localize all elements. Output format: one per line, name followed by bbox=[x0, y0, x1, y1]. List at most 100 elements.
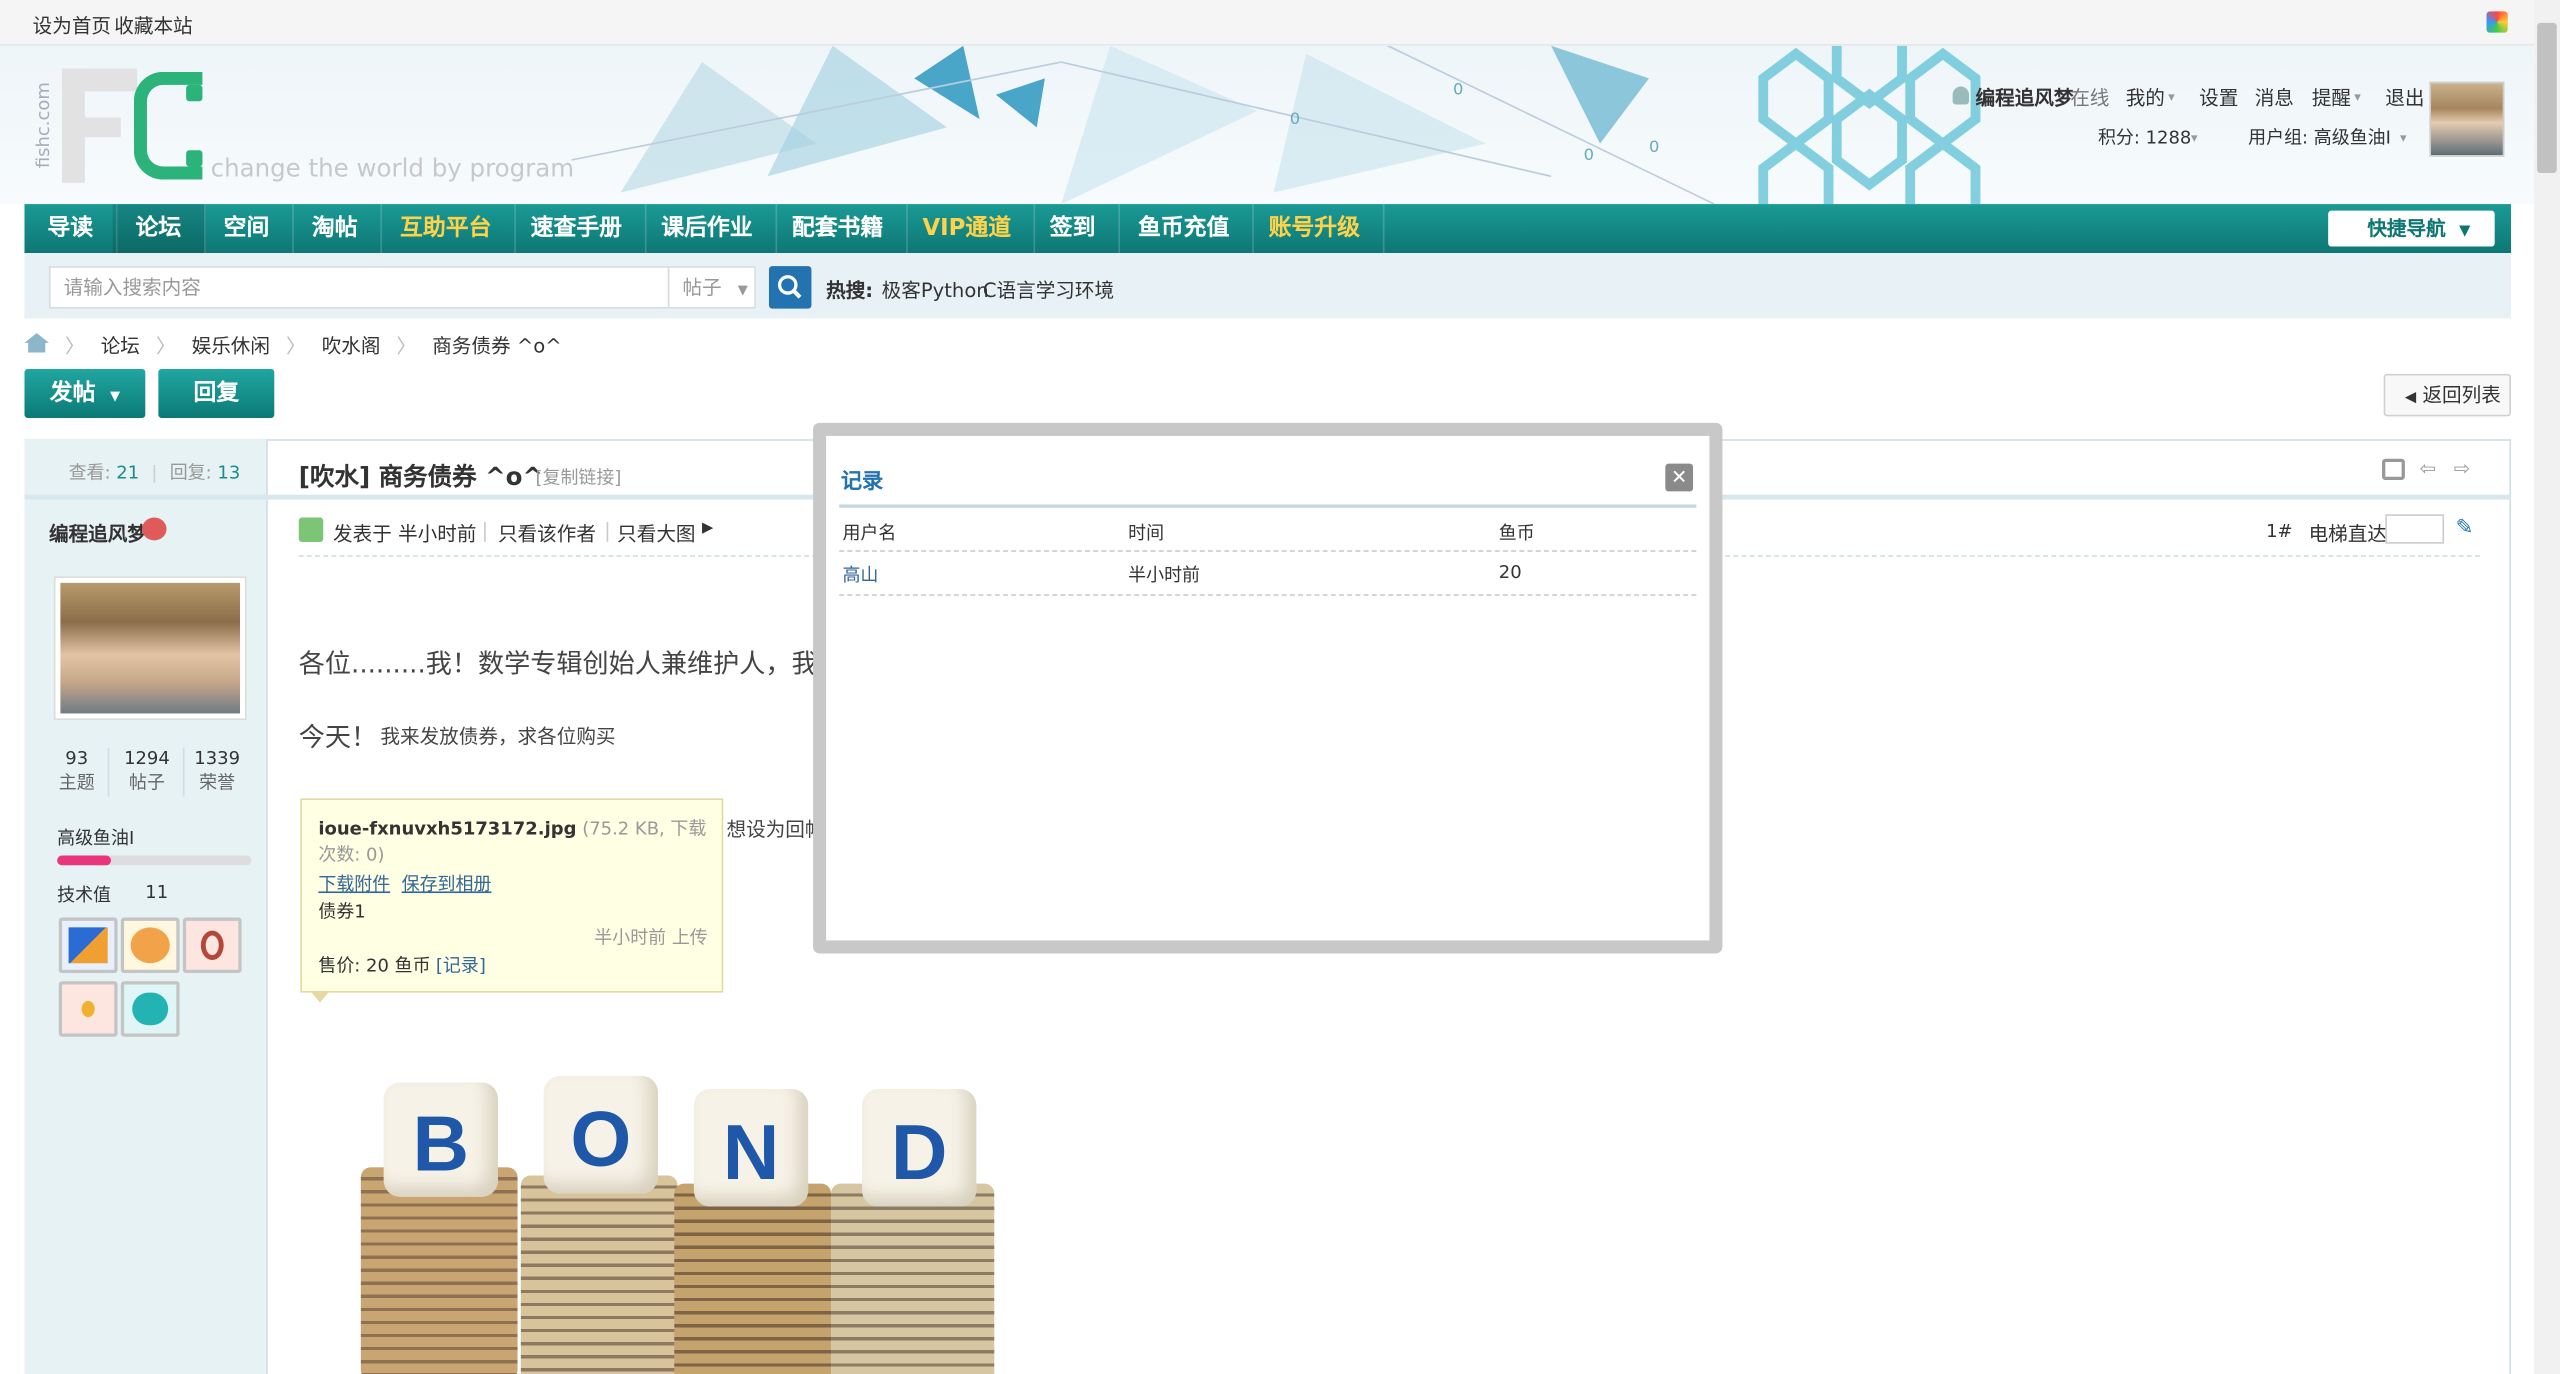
medal-chat-icon[interactable] bbox=[120, 981, 180, 1037]
views-count: 21 bbox=[116, 462, 140, 484]
medal-network-icon[interactable] bbox=[58, 981, 118, 1037]
bookmark-link[interactable]: 收藏本站 bbox=[114, 11, 192, 39]
messages-link[interactable]: 消息 bbox=[2255, 83, 2294, 111]
nav-item-homework[interactable]: 课后作业 bbox=[638, 204, 778, 254]
online-status: 在线 bbox=[2070, 86, 2110, 110]
medal-chart-icon[interactable] bbox=[120, 917, 180, 974]
quick-nav-button[interactable]: 快捷导航 ▼ bbox=[2328, 210, 2495, 247]
settings-link[interactable]: 设置 bbox=[2199, 83, 2238, 111]
avatar[interactable] bbox=[2429, 81, 2505, 157]
post-text-line: 各位.........我！数学专辑创始人兼维护人，我 bbox=[298, 648, 818, 680]
hot-search-link[interactable]: C语言学习环境 bbox=[983, 276, 1114, 304]
group-progress-fill bbox=[57, 855, 112, 866]
stat-honor[interactable]: 1339 荣誉 bbox=[186, 748, 248, 795]
record-modal-body: 记录 ✕ 用户名 时间 鱼币 高山 半小时前 20 bbox=[826, 435, 1710, 941]
user-group-display[interactable]: 用户组: 高级鱼油I bbox=[2248, 124, 2391, 150]
column-header-time: 时间 bbox=[1128, 522, 1165, 544]
post-text-small: 我来发放债券，求各位购买 bbox=[380, 724, 616, 748]
svg-text:0: 0 bbox=[1584, 145, 1594, 164]
caret-right-icon: ▶ bbox=[702, 520, 714, 538]
nav-item-upgrade[interactable]: 账号升级 bbox=[1246, 204, 1385, 254]
new-post-button[interactable]: 发帖 ▼ bbox=[24, 368, 146, 418]
only-big-image-link[interactable]: 只看大图 bbox=[617, 519, 695, 547]
close-icon[interactable]: ✕ bbox=[1665, 463, 1694, 492]
print-icon[interactable] bbox=[2382, 458, 2405, 480]
stat-posts[interactable]: 1294 帖子 bbox=[114, 748, 179, 795]
breadcrumb: 〉 论坛 〉 娱乐休闲 〉 吹水阁 〉 商务债券 ^o^ bbox=[24, 331, 562, 359]
save-album-link[interactable]: 保存到相册 bbox=[402, 870, 492, 896]
letter-tile: D bbox=[862, 1088, 977, 1207]
breadcrumb-category[interactable]: 娱乐休闲 bbox=[192, 335, 270, 358]
stat-num: 1339 bbox=[194, 747, 240, 769]
bond-image[interactable]: B O N D bbox=[348, 1069, 1017, 1374]
prev-thread-icon[interactable]: ⇦ bbox=[2420, 457, 2436, 480]
stat-num: 1294 bbox=[124, 747, 170, 769]
chevron-down-icon: ▾ bbox=[2354, 89, 2361, 105]
points-display[interactable]: 积分: 1288 bbox=[2098, 124, 2191, 150]
header-username[interactable]: 编程追风梦 bbox=[1976, 83, 2074, 111]
nav-item-books[interactable]: 配套书籍 bbox=[769, 204, 908, 254]
copy-link[interactable]: [复制链接] bbox=[536, 464, 622, 490]
breadcrumb-forum[interactable]: 论坛 bbox=[101, 335, 140, 358]
search-icon bbox=[777, 275, 802, 299]
only-author-link[interactable]: 只看该作者 bbox=[498, 519, 596, 547]
chevron-down-icon: ▼ bbox=[2459, 223, 2471, 240]
my-menu[interactable]: 我的 bbox=[2126, 83, 2165, 111]
record-coins: 20 bbox=[1498, 561, 1522, 583]
nav-item-guide[interactable]: 导读 bbox=[24, 204, 118, 254]
breadcrumb-board[interactable]: 吹水阁 bbox=[322, 335, 381, 358]
stat-num: 93 bbox=[65, 747, 89, 769]
site-logo[interactable] bbox=[62, 68, 212, 183]
nav-item-forum[interactable]: 论坛 bbox=[112, 204, 206, 254]
nav-item-manual[interactable]: 速查手册 bbox=[508, 204, 647, 254]
user-group[interactable]: 高级鱼油I bbox=[57, 824, 134, 850]
chevron-down-icon: ▾ bbox=[2191, 130, 2198, 146]
remind-link[interactable]: 提醒 bbox=[2312, 83, 2351, 111]
search-button[interactable] bbox=[768, 266, 812, 309]
table-row: 高山 半小时前 20 bbox=[839, 552, 1696, 594]
stat-label: 荣誉 bbox=[199, 772, 236, 794]
nav-item-space[interactable]: 空间 bbox=[201, 204, 294, 254]
elevator-input[interactable] bbox=[2385, 514, 2445, 544]
nav-item-collection[interactable]: 淘帖 bbox=[289, 204, 383, 254]
chevron-down-icon: ▾ bbox=[2168, 89, 2175, 105]
back-to-list-button[interactable]: ◀ 返回列表 bbox=[2383, 373, 2512, 417]
nav-item-checkin[interactable]: 签到 bbox=[1027, 204, 1120, 254]
reply-button[interactable]: 回复 bbox=[158, 368, 275, 418]
nav-item-vip[interactable]: VIP通道 bbox=[900, 204, 1036, 254]
svg-text:0: 0 bbox=[1649, 137, 1659, 156]
author-name[interactable]: 编程追风梦 bbox=[49, 519, 147, 547]
download-attachment-link[interactable]: 下载附件 bbox=[318, 870, 390, 896]
next-thread-icon[interactable]: ⇨ bbox=[2454, 457, 2470, 480]
logout-link[interactable]: 退出 bbox=[2385, 83, 2424, 111]
author-stats: 93 主题 1294 帖子 1339 荣誉 bbox=[49, 747, 248, 800]
hot-search-link[interactable]: 极客Python bbox=[882, 276, 989, 304]
stat-topics[interactable]: 93 主题 bbox=[49, 748, 105, 795]
nav-item-help[interactable]: 互助平台 bbox=[377, 204, 516, 254]
scrollbar-thumb[interactable] bbox=[2537, 22, 2557, 174]
new-post-label: 发帖 bbox=[49, 380, 96, 407]
header-banner: 0 0 0 0 fishc.com change the world by pr… bbox=[0, 45, 2534, 205]
search-input[interactable]: 请输入搜索内容 bbox=[48, 266, 670, 309]
home-icon[interactable] bbox=[24, 333, 49, 353]
modal-title-divider bbox=[839, 504, 1697, 508]
hexagon-decoration bbox=[1758, 45, 1981, 205]
logo-side-text: fishc.com bbox=[32, 82, 54, 169]
color-palette-icon[interactable] bbox=[2486, 11, 2508, 33]
record-link[interactable]: [记录] bbox=[436, 952, 486, 978]
search-type-select[interactable]: 帖子 ▼ bbox=[667, 266, 756, 309]
site-slogan: change the world by program bbox=[210, 153, 575, 183]
author-avatar[interactable] bbox=[53, 576, 247, 720]
post-text-big: 今天！ bbox=[298, 721, 378, 753]
medal-up-icon[interactable] bbox=[58, 917, 118, 974]
wrench-icon[interactable]: ✎ bbox=[2456, 516, 2474, 540]
breadcrumb-thread[interactable]: 商务债券 ^o^ bbox=[432, 335, 561, 358]
record-user-link[interactable]: 高山 bbox=[842, 562, 878, 588]
set-home-link[interactable]: 设为首页 bbox=[33, 11, 111, 39]
nav-item-recharge[interactable]: 鱼币充值 bbox=[1115, 204, 1254, 254]
record-modal: 记录 ✕ 用户名 时间 鱼币 高山 半小时前 20 bbox=[813, 422, 1723, 954]
main-nav: 导读 论坛 空间 淘帖 互助平台 速查手册 课后作业 配套书籍 VIP通道 签到… bbox=[24, 204, 2512, 254]
medal-award-icon[interactable] bbox=[182, 917, 242, 974]
heart-badge-icon bbox=[142, 517, 167, 541]
scrollbar[interactable] bbox=[2533, 0, 2560, 1374]
